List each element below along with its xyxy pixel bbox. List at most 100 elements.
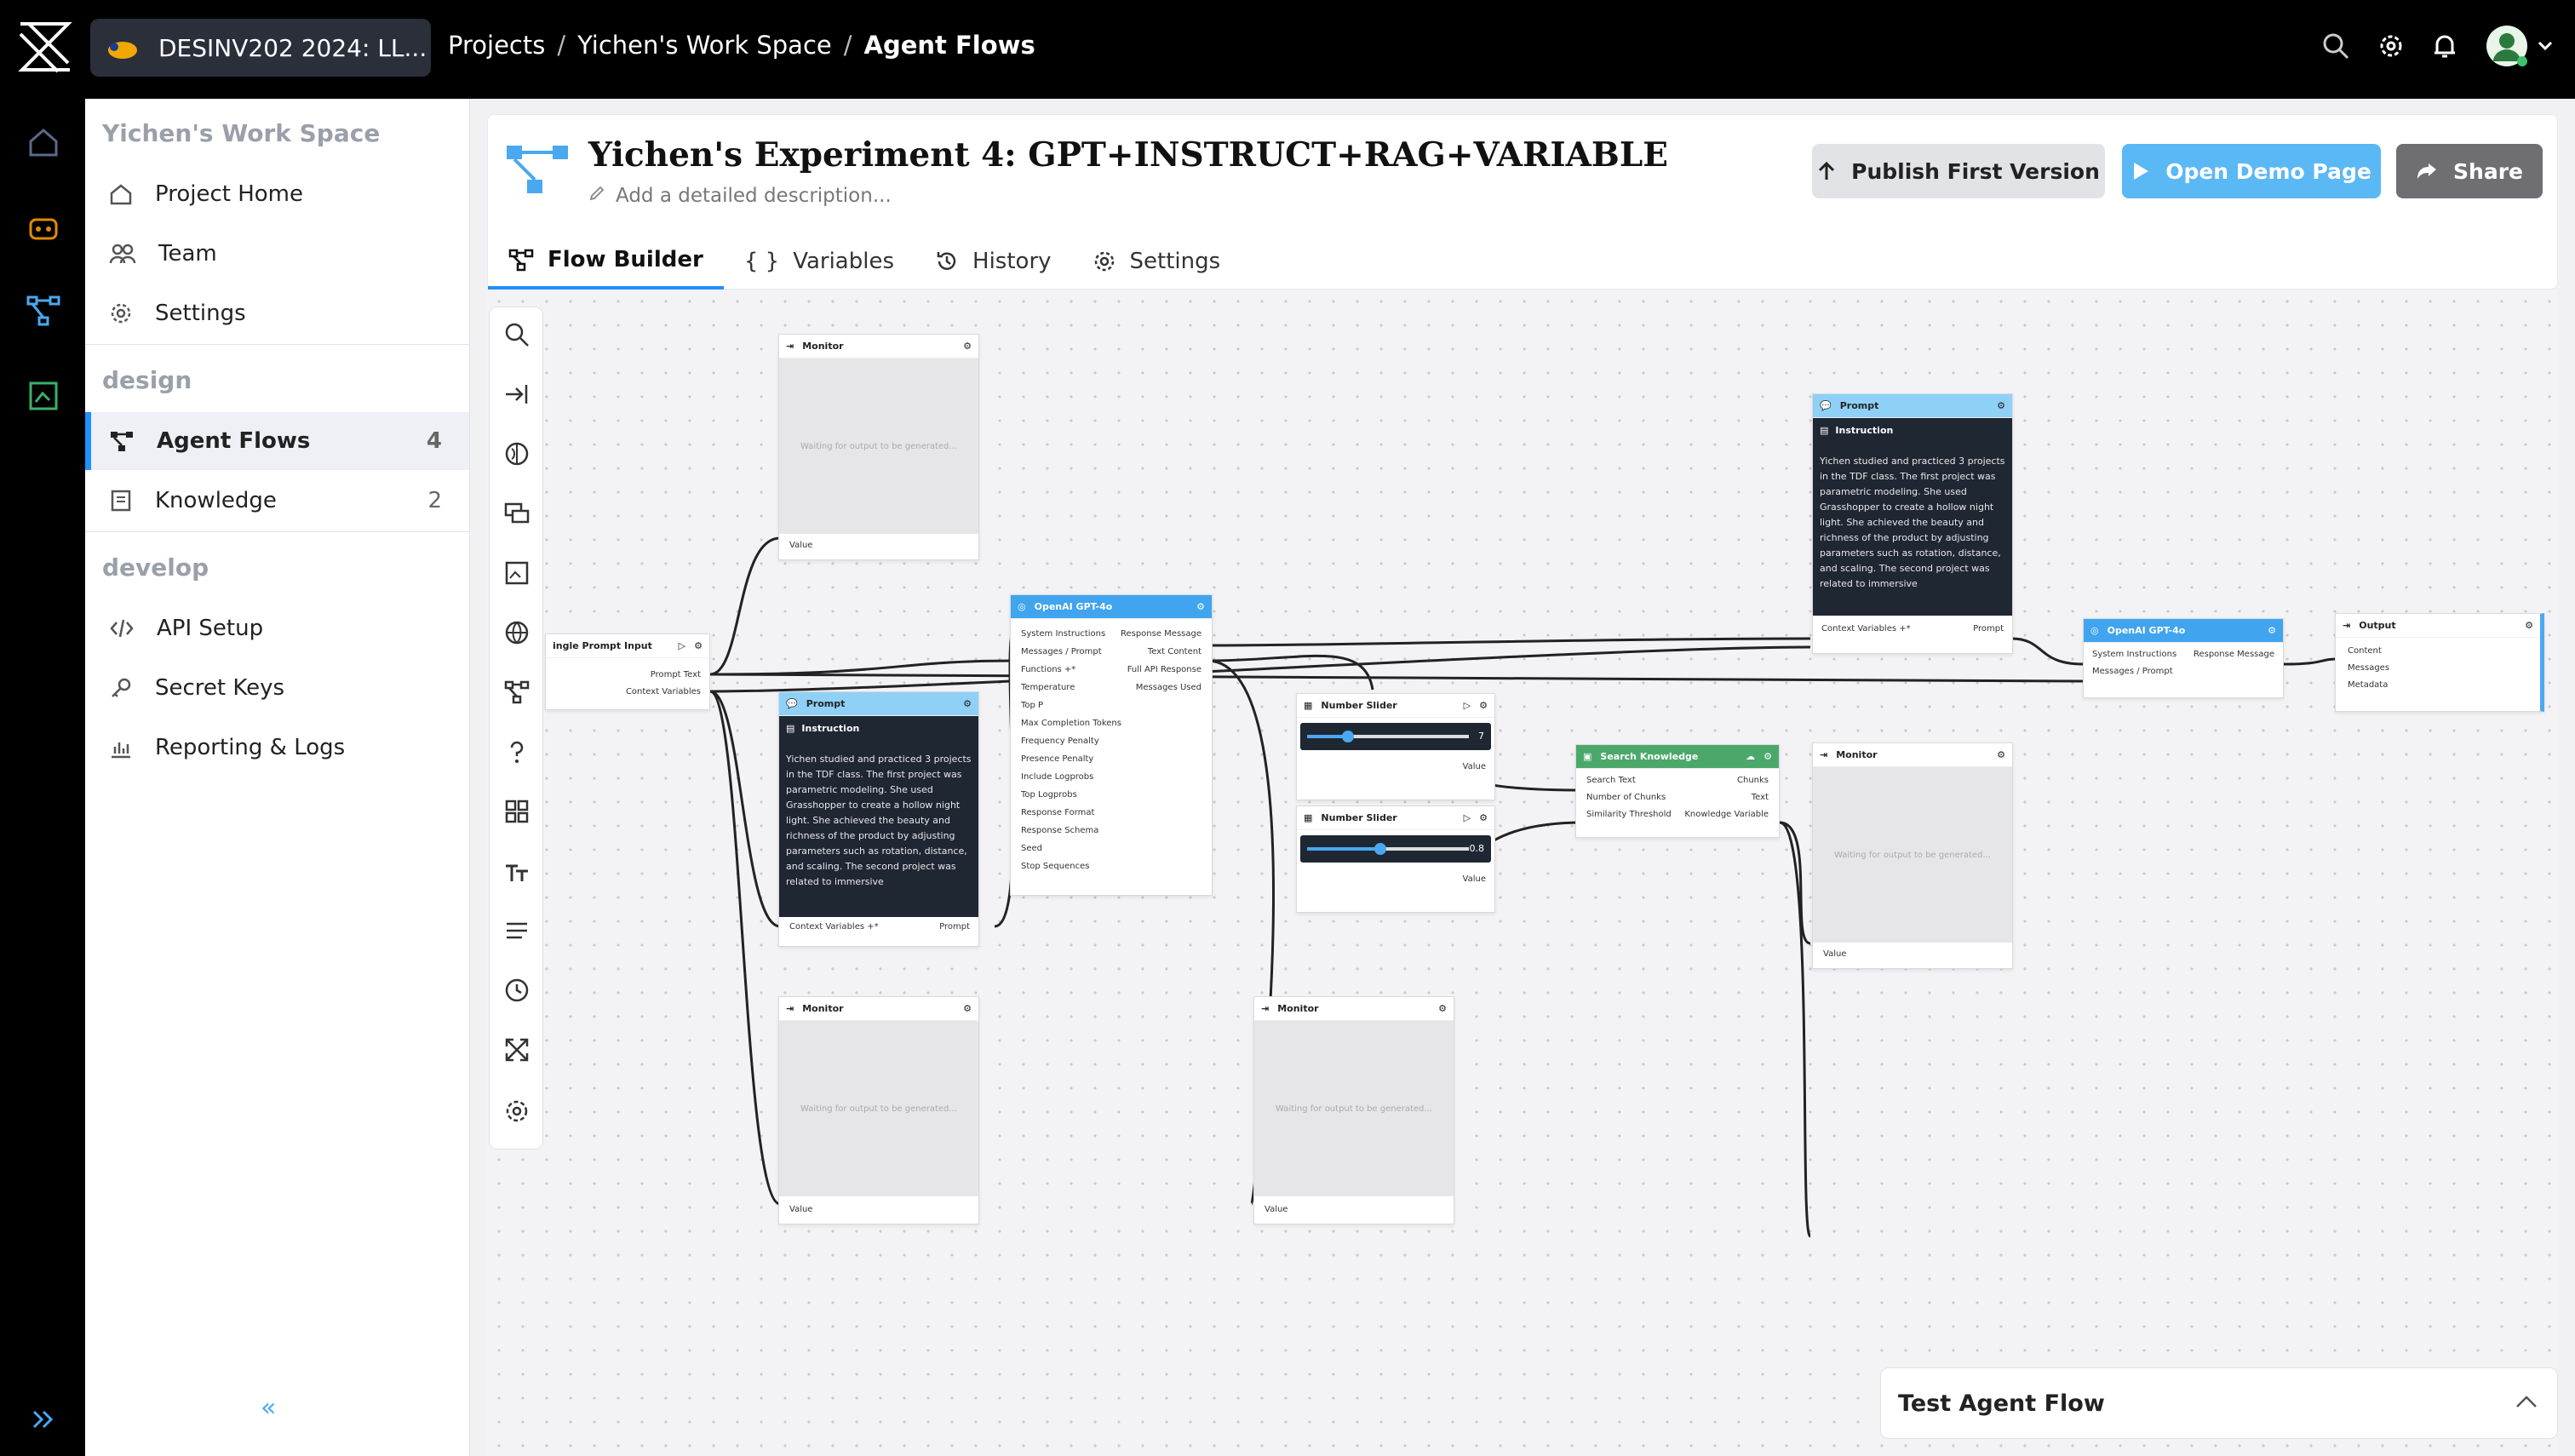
- chevron-down-icon[interactable]: [2538, 41, 2553, 51]
- number-slider-node[interactable]: ▦ Number Slider ▷ ⚙ 0.8 Value: [1296, 805, 1495, 913]
- gear-icon[interactable]: ⚙: [694, 640, 703, 651]
- text-icon[interactable]: [503, 857, 530, 885]
- tab-variables[interactable]: { } Variables: [724, 232, 915, 290]
- input-icon[interactable]: [503, 381, 530, 408]
- flow-icon[interactable]: [503, 679, 530, 706]
- tab-settings[interactable]: Settings: [1072, 232, 1242, 290]
- list-icon[interactable]: [503, 917, 530, 944]
- help-icon[interactable]: [503, 738, 530, 765]
- gear-icon[interactable]: ⚙: [1997, 400, 2005, 411]
- node-header[interactable]: ▦ Number Slider ▷ ⚙: [1297, 806, 1494, 830]
- number-slider-node[interactable]: ▦ Number Slider ▷ ⚙ 7 Value: [1296, 693, 1495, 800]
- play-icon[interactable]: ▷: [1464, 700, 1471, 711]
- globe-icon[interactable]: [503, 619, 530, 646]
- gear-icon[interactable]: ⚙: [2525, 620, 2533, 631]
- node-header[interactable]: ingle Prompt Input ▷ ⚙: [546, 634, 709, 658]
- node-header[interactable]: ⇥ Output ⚙: [2336, 614, 2540, 638]
- slider-control[interactable]: 7: [1300, 723, 1491, 750]
- cloud-icon[interactable]: ☁: [1746, 751, 1755, 762]
- gear-icon[interactable]: [2377, 32, 2405, 60]
- sidebar-item-knowledge[interactable]: Knowledge 2: [85, 472, 469, 530]
- gear-icon[interactable]: ⚙: [2268, 625, 2276, 636]
- robot-icon[interactable]: [26, 209, 61, 245]
- knowledge-icon[interactable]: [26, 378, 61, 414]
- tab-flow-builder[interactable]: Flow Builder: [488, 232, 724, 290]
- flow-canvas[interactable]: ⇥ Monitor ⚙ Waiting for output to be gener…: [487, 289, 2558, 1456]
- breadcrumb-projects[interactable]: Projects: [448, 31, 545, 60]
- search-knowledge-node[interactable]: ▣ Search Knowledge ☁ ⚙ Search Text Number o…: [1575, 744, 1780, 838]
- play-icon[interactable]: ▷: [1464, 812, 1471, 823]
- publish-button[interactable]: Publish First Version: [1812, 144, 2105, 198]
- sidebar-item-team[interactable]: Team: [85, 225, 469, 283]
- sidebar-item-agent-flows[interactable]: Agent Flows 4: [85, 412, 469, 470]
- gear-icon[interactable]: ⚙: [963, 698, 972, 709]
- description-field[interactable]: Add a detailed description...: [588, 185, 892, 207]
- sidebar-item-settings[interactable]: Settings: [85, 284, 469, 342]
- gear-icon[interactable]: ⚙: [963, 341, 972, 352]
- play-icon[interactable]: ▷: [679, 640, 685, 651]
- node-header[interactable]: 💬 Prompt ⚙: [779, 692, 978, 716]
- gear-icon[interactable]: ⚙: [963, 1003, 972, 1014]
- sidebar-item-secret-keys[interactable]: Secret Keys: [85, 659, 469, 717]
- node-header[interactable]: ⇥ Monitor ⚙: [1254, 997, 1454, 1021]
- home-icon[interactable]: [26, 124, 61, 160]
- app-logo[interactable]: [17, 19, 73, 75]
- share-button[interactable]: Share: [2396, 144, 2543, 198]
- node-header[interactable]: ⇥ Monitor ⚙: [1813, 743, 2012, 767]
- monitor-node[interactable]: ⇥ Monitor ⚙ Waiting for output to be gener…: [1812, 742, 2013, 969]
- sidebar-item-project-home[interactable]: Project Home: [85, 165, 469, 223]
- output-node[interactable]: ⇥ Output ⚙ Content Messages Metadata: [2335, 613, 2544, 712]
- node-header[interactable]: ⇥ Monitor ⚙: [779, 335, 978, 358]
- prompt-node[interactable]: 💬 Prompt ⚙ ▤ Instruction Yichen studied and…: [1812, 393, 2013, 654]
- expand-rail-icon[interactable]: [26, 1402, 61, 1437]
- openai-gpt-node[interactable]: ◎ OpenAI GPT-4o ⚙ System Instructions Messa…: [1010, 594, 1213, 896]
- grid-icon[interactable]: [503, 798, 530, 825]
- gear-icon[interactable]: ⚙: [1438, 1003, 1447, 1014]
- expand-icon[interactable]: [503, 1036, 530, 1063]
- openai-gpt-node-2[interactable]: ◎ OpenAI GPT-4o ⚙ System Instructions Mess…: [2083, 618, 2284, 698]
- node-header[interactable]: ⇥ Monitor ⚙: [779, 997, 978, 1021]
- collapse-sidebar-icon[interactable]: «: [261, 1393, 276, 1423]
- gear-icon[interactable]: ⚙: [1196, 601, 1205, 612]
- flow-icon[interactable]: [26, 293, 61, 329]
- clock-icon[interactable]: [503, 977, 530, 1004]
- sidebar-item-api-setup[interactable]: API Setup: [85, 599, 469, 657]
- image-icon[interactable]: [503, 559, 530, 587]
- tab-history[interactable]: History: [915, 232, 1072, 290]
- node-header[interactable]: 💬 Prompt ⚙: [1813, 394, 2012, 418]
- node-header[interactable]: ◎ OpenAI GPT-4o ⚙: [1011, 595, 1212, 619]
- chat-icon[interactable]: [503, 500, 530, 527]
- gear-icon[interactable]: ⚙: [1479, 700, 1488, 711]
- test-agent-flow-panel[interactable]: Test Agent Flow: [1880, 1367, 2558, 1439]
- search-icon[interactable]: [503, 321, 530, 348]
- node-header[interactable]: ▣ Search Knowledge ☁ ⚙: [1576, 745, 1779, 769]
- prompt-node[interactable]: 💬 Prompt ⚙ ▤ Instruction Yichen studied and…: [778, 691, 979, 947]
- port-label: Prompt Text: [650, 670, 701, 679]
- workspace-switcher[interactable]: DESINV202 2024: LL...: [90, 19, 431, 77]
- open-demo-button[interactable]: Open Demo Page: [2122, 144, 2381, 198]
- gear-icon[interactable]: [503, 1098, 530, 1125]
- avatar[interactable]: [2485, 24, 2553, 68]
- node-header[interactable]: ▦ Number Slider ▷ ⚙: [1297, 694, 1494, 718]
- sidebar-item-reporting-logs[interactable]: Reporting & Logs: [85, 719, 469, 777]
- node-header[interactable]: ◎ OpenAI GPT-4o ⚙: [2084, 619, 2283, 643]
- bell-icon[interactable]: [2432, 32, 2457, 60]
- monitor-node[interactable]: ⇥ Monitor ⚙ Waiting for output to be gener…: [1253, 996, 1454, 1224]
- slider-thumb[interactable]: [1341, 731, 1354, 742]
- gear-icon[interactable]: ⚙: [1764, 751, 1772, 762]
- chevron-up-icon[interactable]: [2515, 1394, 2538, 1409]
- slider-control[interactable]: 0.8: [1300, 835, 1491, 863]
- instruction-panel[interactable]: ▤ Instruction Yichen studied and practice…: [1813, 418, 2012, 616]
- slider-thumb[interactable]: [1374, 843, 1386, 855]
- gear-icon[interactable]: ⚙: [1997, 749, 2005, 760]
- gear-icon[interactable]: ⚙: [1479, 812, 1488, 823]
- ai-model-icon[interactable]: [503, 440, 530, 467]
- single-prompt-input-node[interactable]: ingle Prompt Input ▷ ⚙ Prompt Text Context…: [545, 633, 710, 710]
- monitor-node[interactable]: ⇥ Monitor ⚙ Waiting for output to be gener…: [778, 334, 979, 560]
- search-icon[interactable]: [2321, 32, 2350, 60]
- monitor-node[interactable]: ⇥ Monitor ⚙ Waiting for output to be gener…: [778, 996, 979, 1224]
- breadcrumb-workspace[interactable]: Yichen's Work Space: [577, 31, 832, 60]
- port-label: Functions +*: [1021, 665, 1076, 674]
- divider: [85, 531, 469, 532]
- instruction-panel[interactable]: ▤ Instruction Yichen studied and practice…: [779, 716, 978, 917]
